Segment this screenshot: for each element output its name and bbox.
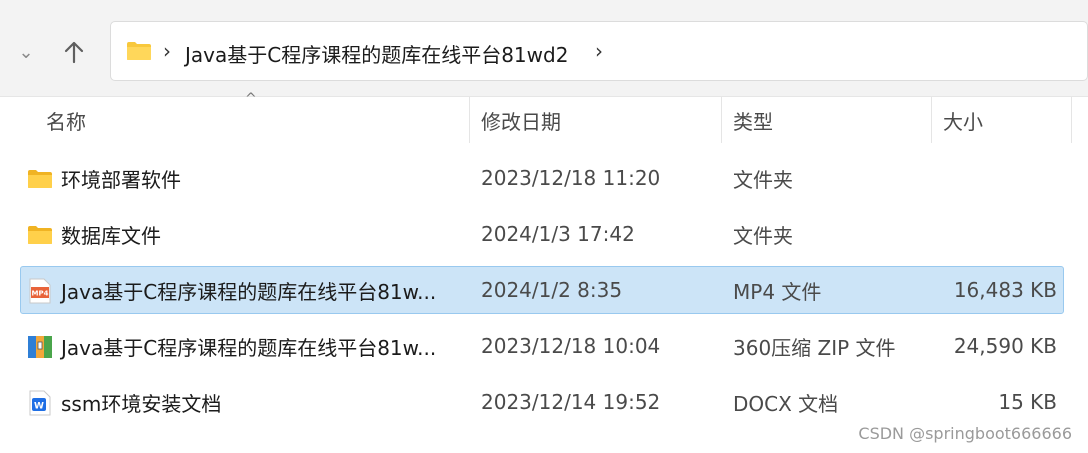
- file-name: Java基于C程序课程的题库在线平台81w...: [61, 335, 437, 360]
- column-header-date-modified[interactable]: 修改日期: [481, 97, 561, 143]
- column-divider[interactable]: [1071, 97, 1072, 143]
- file-type: DOCX 文档: [733, 391, 839, 416]
- breadcrumb-expand-chevron-icon[interactable]: ›: [595, 39, 603, 63]
- chevron-down-icon: ⌄: [18, 41, 34, 63]
- file-date-modified: 2023/12/18 10:04: [481, 334, 661, 358]
- file-row[interactable]: W ssm环境安装文档 2023/12/14 19:52 DOCX 文档 15 …: [20, 378, 1064, 426]
- column-header-size[interactable]: 大小: [943, 97, 983, 143]
- svg-text:MP4: MP4: [32, 290, 49, 298]
- file-name: 数据库文件: [61, 223, 161, 248]
- file-size: 16,483 KB: [953, 278, 1057, 302]
- sort-ascending-icon: ^: [245, 91, 257, 107]
- file-row[interactable]: 环境部署软件 2023/12/18 11:20 文件夹: [20, 154, 1064, 202]
- address-bar[interactable]: › Java基于C程序课程的题库在线平台81wd2 ›: [110, 21, 1088, 81]
- column-divider[interactable]: [469, 97, 470, 143]
- column-header-row: ^ 名称 修改日期 类型 大小: [0, 91, 1088, 143]
- file-size: 15 KB: [998, 390, 1057, 414]
- zip-archive-icon: [27, 334, 53, 360]
- folder-icon: [27, 166, 53, 192]
- navigation-bar: ⌄ › Java基于C程序课程的题库在线平台81wd2 ›: [0, 0, 1088, 97]
- folder-icon: [126, 41, 152, 65]
- file-row[interactable]: Java基于C程序课程的题库在线平台81w... 2023/12/18 10:0…: [20, 322, 1064, 370]
- file-row[interactable]: 数据库文件 2024/1/3 17:42 文件夹: [20, 210, 1064, 258]
- file-type: MP4 文件: [733, 279, 822, 304]
- breadcrumb-chevron-icon: ›: [163, 39, 171, 63]
- column-divider[interactable]: [721, 97, 722, 143]
- column-header-type[interactable]: 类型: [733, 97, 773, 143]
- recent-locations-button[interactable]: ⌄: [12, 38, 40, 66]
- word-document-icon: W: [27, 390, 53, 416]
- arrow-up-icon: [64, 41, 84, 64]
- column-header-name[interactable]: 名称: [46, 97, 86, 143]
- folder-icon: [27, 222, 53, 248]
- file-name: 环境部署软件: [61, 167, 181, 192]
- file-date-modified: 2023/12/14 19:52: [481, 390, 661, 414]
- file-date-modified: 2024/1/3 17:42: [481, 222, 635, 246]
- file-size: 24,590 KB: [953, 334, 1057, 358]
- file-row-selected[interactable]: MP4 Java基于C程序课程的题库在线平台81w... 2024/1/2 8:…: [20, 266, 1064, 314]
- breadcrumb-current-folder[interactable]: Java基于C程序课程的题库在线平台81wd2: [185, 39, 568, 68]
- file-date-modified: 2024/1/2 8:35: [481, 278, 623, 302]
- up-button[interactable]: [58, 36, 90, 68]
- file-name: ssm环境安装文档: [61, 391, 222, 416]
- file-date-modified: 2023/12/18 11:20: [481, 166, 661, 190]
- column-divider[interactable]: [931, 97, 932, 143]
- file-name: Java基于C程序课程的题库在线平台81w...: [61, 279, 437, 304]
- mp4-file-icon: MP4: [27, 278, 53, 304]
- file-type: 文件夹: [733, 223, 793, 248]
- watermark: CSDN @springboot666666: [858, 424, 1072, 443]
- file-type: 文件夹: [733, 167, 793, 192]
- file-type: 360压缩 ZIP 文件: [733, 335, 896, 360]
- svg-text:W: W: [34, 402, 44, 412]
